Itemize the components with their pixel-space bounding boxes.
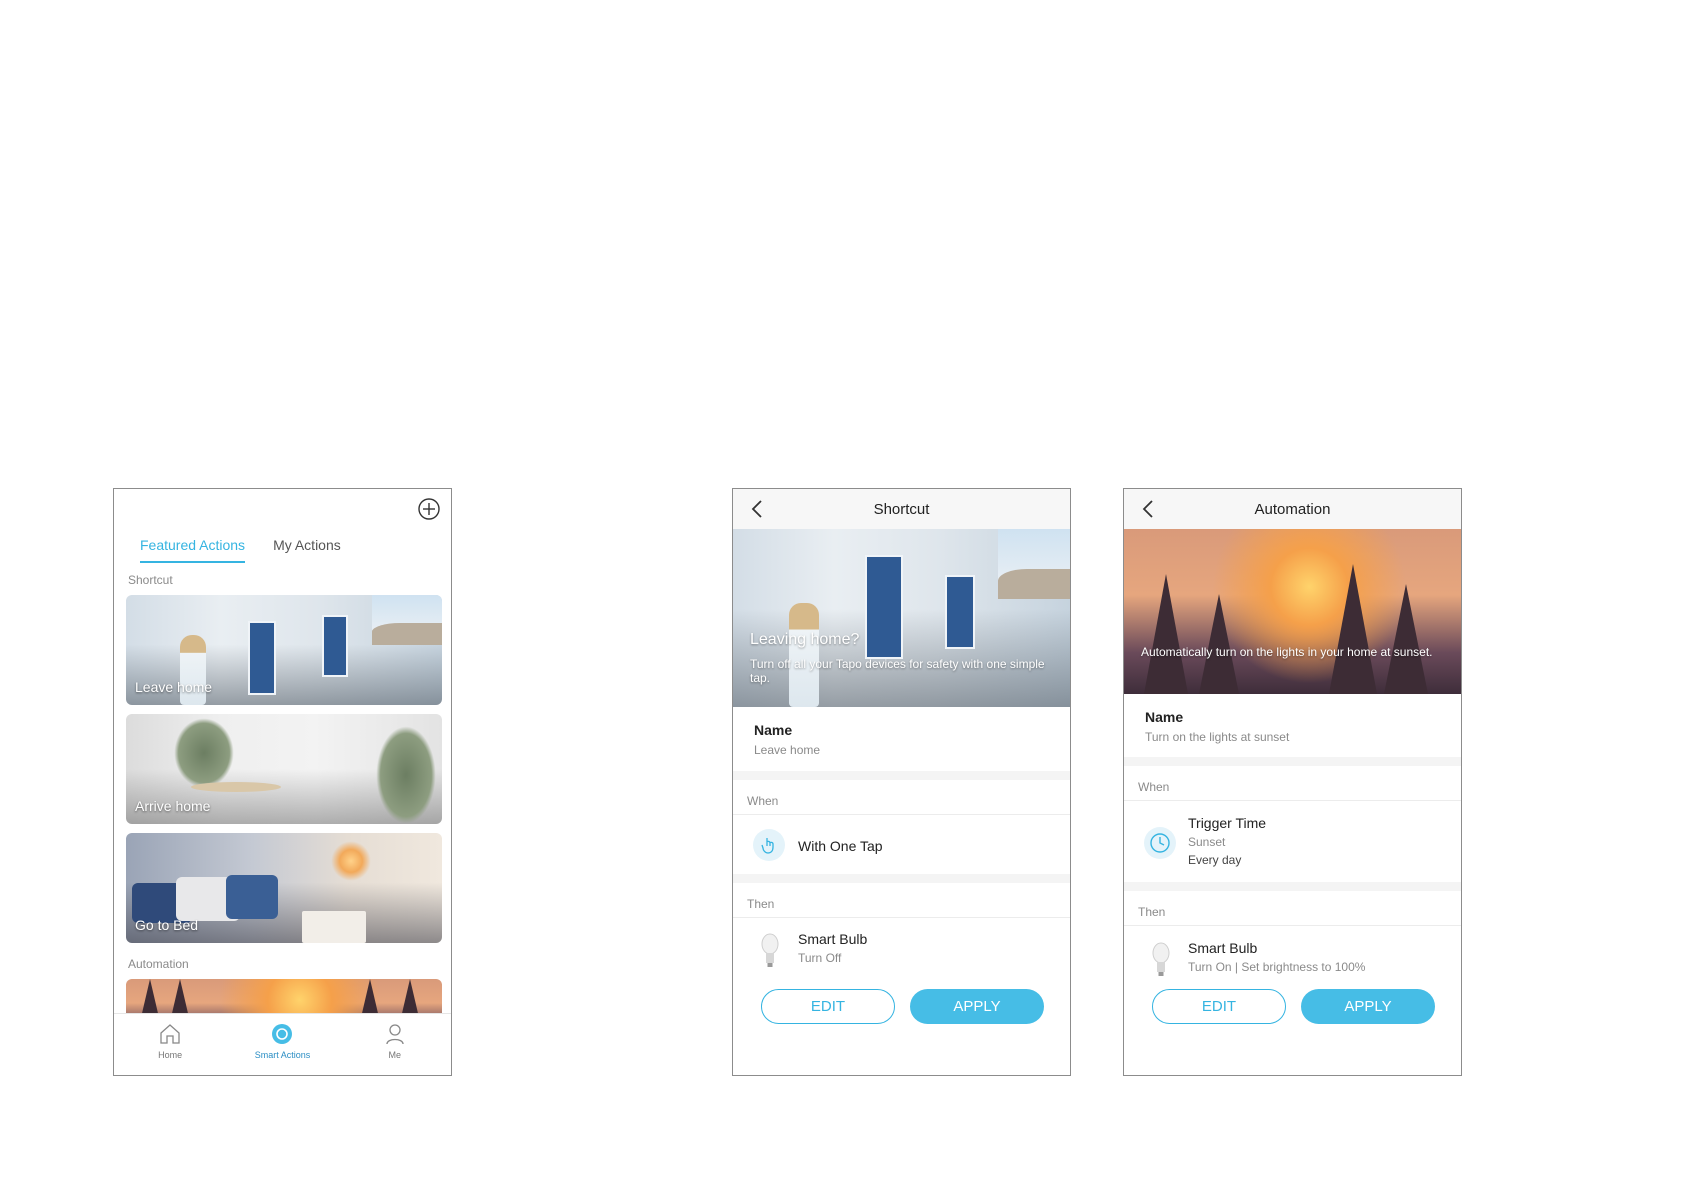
apply-button[interactable]: APPLY xyxy=(1301,989,1435,1024)
tree-shape xyxy=(1329,564,1377,694)
section-gap xyxy=(733,771,1070,780)
divider xyxy=(733,814,1070,815)
section-gap xyxy=(1124,757,1461,766)
tab-featured-actions[interactable]: Featured Actions xyxy=(140,537,246,563)
tree-shape xyxy=(1144,574,1188,694)
trigger-frequency: Every day xyxy=(1188,853,1242,867)
apply-button[interactable]: APPLY xyxy=(910,989,1044,1024)
name-label: Name xyxy=(1145,709,1184,725)
nav-home[interactable]: Home xyxy=(125,1022,215,1060)
card-label: Go to Bed xyxy=(135,917,199,933)
device-action: Turn On | Set brightness to 100% xyxy=(1188,960,1366,974)
nightstand-shape xyxy=(302,911,366,943)
page-title: Automation xyxy=(1254,501,1331,518)
add-circle-icon[interactable] xyxy=(417,497,441,521)
door-shape xyxy=(865,555,903,659)
home-icon xyxy=(160,1024,180,1044)
nav-label-home: Home xyxy=(158,1050,183,1060)
hero-title: Leaving home? xyxy=(750,631,860,648)
plant-shape xyxy=(376,726,436,824)
pillow-shape xyxy=(226,875,278,919)
hero-description: Automatically turn on the lights in your… xyxy=(1141,645,1433,659)
section-label-when: When xyxy=(747,794,779,808)
section-label-then: Then xyxy=(1138,905,1166,919)
name-label: Name xyxy=(754,722,793,738)
door-shape xyxy=(248,621,276,695)
door-shape xyxy=(945,575,975,649)
table-shape xyxy=(191,782,281,792)
tab-bar: Featured Actions My Actions xyxy=(140,537,341,563)
hero-image: Automatically turn on the lights in your… xyxy=(1124,529,1461,694)
person-shape xyxy=(789,603,819,707)
section-label-then: Then xyxy=(747,897,775,911)
edit-button[interactable]: EDIT xyxy=(761,989,895,1024)
device-action: Turn Off xyxy=(798,951,842,965)
shortcut-detail-screen: Shortcut Leaving home? Turn off all your… xyxy=(732,488,1071,1076)
card-go-to-bed[interactable]: Go to Bed xyxy=(126,833,442,943)
card-arrive-home[interactable]: Arrive home xyxy=(126,714,442,824)
hero-image: Leaving home? Turn off all your Tapo dev… xyxy=(733,529,1070,707)
smart-actions-icon xyxy=(272,1024,293,1044)
hill-shape xyxy=(372,623,442,645)
section-label-shortcut: Shortcut xyxy=(128,573,173,587)
tab-my-actions[interactable]: My Actions xyxy=(273,537,341,563)
when-value: With One Tap xyxy=(798,838,883,854)
edit-button[interactable]: EDIT xyxy=(1152,989,1286,1024)
divider xyxy=(1124,925,1461,926)
smart-actions-screen: Featured Actions My Actions Shortcut Lea… xyxy=(113,488,452,1076)
name-value: Turn on the lights at sunset xyxy=(1145,730,1290,744)
automation-detail-screen: Automation Automatically turn on the lig… xyxy=(1123,488,1462,1076)
section-gap xyxy=(733,874,1070,883)
divider xyxy=(1124,800,1461,801)
trigger-sunset: Sunset xyxy=(1188,835,1226,849)
bulb-icon xyxy=(1152,942,1170,976)
bottom-nav: Home Smart Actions Me xyxy=(114,1013,451,1075)
lamp-glow xyxy=(331,841,371,881)
nav-me[interactable]: Me xyxy=(350,1022,440,1060)
device-name: Smart Bulb xyxy=(798,931,868,947)
section-label-when: When xyxy=(1138,780,1170,794)
person-icon xyxy=(386,1024,404,1045)
section-gap xyxy=(1124,882,1461,891)
clock-icon xyxy=(1144,827,1176,859)
hero-description: Turn off all your Tapo devices for safet… xyxy=(750,657,1045,685)
section-label-automation: Automation xyxy=(128,957,189,971)
device-name: Smart Bulb xyxy=(1188,940,1258,956)
name-value: Leave home xyxy=(754,743,821,757)
nav-label-smart-actions: Smart Actions xyxy=(254,1050,311,1060)
tree-shape xyxy=(1384,584,1428,694)
trigger-title: Trigger Time xyxy=(1188,815,1267,831)
tree-shape xyxy=(1199,594,1239,694)
hill-shape xyxy=(998,569,1070,599)
door-shape xyxy=(322,615,348,677)
card-label: Arrive home xyxy=(135,798,211,814)
tap-icon xyxy=(753,829,785,861)
header: Shortcut xyxy=(733,489,1070,529)
page-title: Shortcut xyxy=(873,501,930,518)
card-label: Leave home xyxy=(135,679,213,695)
nav-label-me: Me xyxy=(388,1050,402,1060)
bulb-icon xyxy=(761,933,779,967)
plant-shape xyxy=(174,718,234,788)
divider xyxy=(733,917,1070,918)
header: Automation xyxy=(1124,489,1461,529)
nav-smart-actions[interactable]: Smart Actions xyxy=(237,1022,327,1060)
card-leave-home[interactable]: Leave home xyxy=(126,595,442,705)
